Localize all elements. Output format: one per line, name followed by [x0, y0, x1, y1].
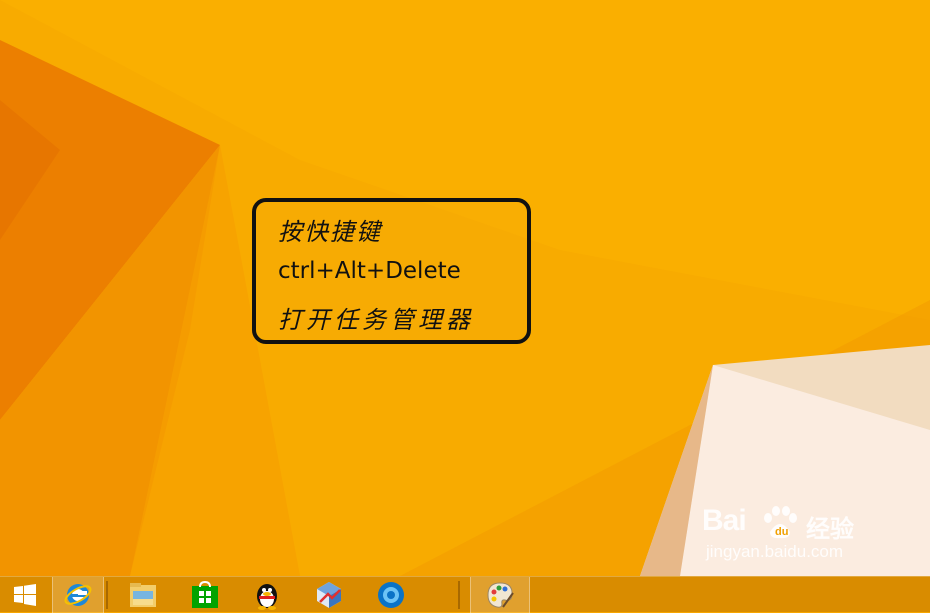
taskbar: [0, 576, 930, 613]
paint-icon: [485, 580, 515, 610]
internet-explorer-icon: [63, 580, 93, 610]
qq-penguin-icon: [253, 580, 281, 610]
note-line-press-shortcut: 按快捷键: [278, 218, 382, 246]
windows-store-icon: [191, 581, 219, 609]
app-icon: [314, 580, 344, 610]
svg-text:du: du: [775, 526, 788, 538]
taskbar-divider: [458, 581, 460, 609]
taskbar-qq-button[interactable]: [242, 577, 292, 613]
instruction-note-box: 按快捷键 ctrl+Alt+Delete 打开任务管理器: [252, 198, 531, 344]
taskbar-paint-button[interactable]: [470, 577, 530, 613]
taskbar-app2-button[interactable]: [366, 577, 416, 613]
taskbar-app-button[interactable]: [304, 577, 354, 613]
watermark-logo-text: Bai: [702, 504, 747, 537]
blue-circle-app-icon: [376, 580, 406, 610]
start-button[interactable]: [0, 577, 50, 613]
file-explorer-icon: [128, 581, 158, 609]
taskbar-store-button[interactable]: [180, 577, 230, 613]
taskbar-divider: [106, 581, 108, 609]
baidu-paw-icon: du: [760, 506, 800, 544]
note-line-open-task-manager: 打开任务管理器: [278, 306, 474, 334]
baidu-jingyan-watermark: Bai du 经验 jingyan.baidu.com: [702, 504, 880, 568]
taskbar-file-explorer-button[interactable]: [118, 577, 168, 613]
taskbar-internet-explorer-button[interactable]: [52, 577, 104, 613]
watermark-url: jingyan.baidu.com: [706, 542, 844, 561]
windows-start-icon: [14, 584, 36, 606]
note-line-key-combo: ctrl+Alt+Delete: [278, 258, 461, 284]
watermark-logo-cn: 经验: [806, 515, 854, 543]
